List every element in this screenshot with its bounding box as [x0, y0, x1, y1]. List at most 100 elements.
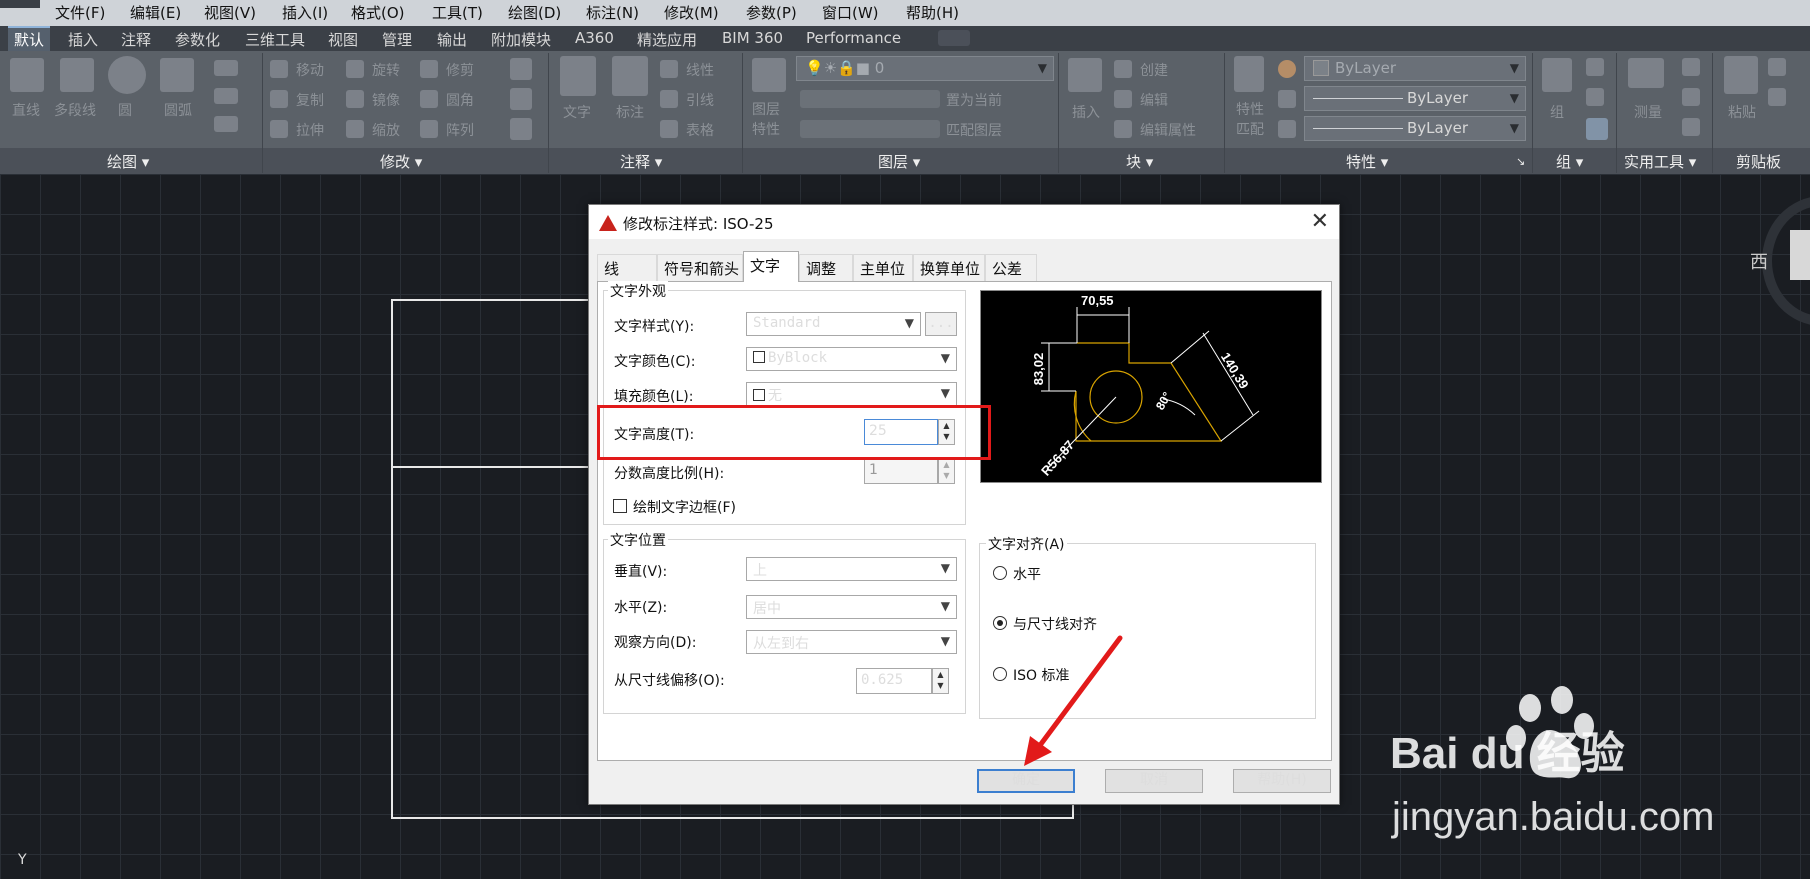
- tab-insert[interactable]: 插入: [68, 29, 98, 50]
- align-horizontal-radio[interactable]: [993, 566, 1007, 580]
- trim-label[interactable]: 修剪: [446, 60, 474, 80]
- fraction-height-spinner[interactable]: ▲ ▼: [938, 458, 955, 484]
- menu-help[interactable]: 帮助(H): [906, 2, 959, 23]
- drawn-line-right[interactable]: [1072, 804, 1074, 819]
- match-layer-label[interactable]: 匹配图层: [946, 120, 1002, 140]
- table-label[interactable]: 表格: [686, 120, 714, 140]
- erase-icon[interactable]: [510, 58, 532, 80]
- layer-properties-icon[interactable]: [752, 58, 786, 92]
- fraction-height-scale-input[interactable]: 1: [864, 458, 938, 484]
- draw-frame-checkbox[interactable]: [613, 499, 627, 513]
- match-properties-label[interactable]: 特性 匹配: [1236, 100, 1264, 140]
- linetype-dropdown[interactable]: ByLayer ▼: [1304, 86, 1526, 111]
- menu-modify[interactable]: 修改(M): [664, 2, 719, 23]
- tab-annotate[interactable]: 注释: [121, 29, 151, 50]
- text-tool-icon[interactable]: [560, 56, 596, 96]
- panel-title-utilities[interactable]: 实用工具 ▾: [1624, 151, 1696, 172]
- cut-icon[interactable]: [1768, 58, 1786, 76]
- menu-parametric[interactable]: 参数(P): [746, 2, 797, 23]
- copy-label[interactable]: 复制: [296, 90, 324, 110]
- panel-title-draw[interactable]: 绘图 ▾: [107, 151, 149, 172]
- move-label[interactable]: 移动: [296, 60, 324, 80]
- rectangle-tool-icon[interactable]: [214, 60, 238, 76]
- tab-alternate-units[interactable]: 换算单位: [913, 254, 985, 281]
- point-style-icon[interactable]: [1682, 58, 1700, 76]
- help-button[interactable]: 帮助(H): [1233, 769, 1331, 793]
- line-tool-label[interactable]: 直线: [12, 100, 40, 120]
- panel-title-block[interactable]: 块 ▾: [1126, 151, 1153, 172]
- edit-attributes-label[interactable]: 编辑属性: [1140, 120, 1196, 140]
- tab-output[interactable]: 输出: [437, 29, 467, 50]
- menu-window[interactable]: 窗口(W): [822, 2, 879, 23]
- panel-launcher-icon[interactable]: ↘: [1516, 155, 1525, 168]
- tab-fit[interactable]: 调整: [799, 254, 853, 281]
- leader-label[interactable]: 引线: [686, 90, 714, 110]
- explode-icon[interactable]: [510, 88, 532, 110]
- panel-title-properties[interactable]: 特性 ▾: [1346, 151, 1388, 172]
- stretch-label[interactable]: 拉伸: [296, 120, 324, 140]
- group-icon[interactable]: [1542, 58, 1572, 92]
- scale-label[interactable]: 缩放: [372, 120, 400, 140]
- linear-dim-label[interactable]: 线性: [686, 60, 714, 80]
- tab-manage[interactable]: 管理: [382, 29, 412, 50]
- fill-color-dropdown[interactable]: 无 ▼: [746, 382, 957, 406]
- tab-view[interactable]: 视图: [328, 29, 358, 50]
- vertical-dropdown[interactable]: 上 ▼: [746, 557, 957, 581]
- tab-a360[interactable]: A360: [575, 29, 614, 47]
- align-with-dim-line-radio[interactable]: [993, 616, 1007, 630]
- menu-edit[interactable]: 编辑(E): [130, 2, 181, 23]
- drawn-line-left[interactable]: [391, 299, 393, 819]
- view-direction-dropdown[interactable]: 从左到右 ▼: [746, 630, 957, 654]
- tab-primary-units[interactable]: 主单位: [853, 254, 913, 281]
- arc-tool-icon[interactable]: [160, 58, 194, 92]
- offset-icon[interactable]: [510, 118, 532, 140]
- tab-lines[interactable]: 线: [597, 254, 657, 281]
- measure-label[interactable]: 测量: [1634, 102, 1662, 122]
- dimension-tool-label[interactable]: 标注: [616, 102, 644, 122]
- tab-default[interactable]: 默认: [8, 26, 51, 51]
- align-horizontal-label[interactable]: 水平: [1013, 564, 1041, 584]
- color-dropdown[interactable]: ByLayer ▼: [1304, 56, 1526, 81]
- tab-text[interactable]: 文字: [743, 251, 799, 282]
- layer-tools-row-2[interactable]: [800, 120, 940, 138]
- id-point-icon[interactable]: [1682, 88, 1700, 106]
- group-label[interactable]: 组: [1550, 102, 1564, 122]
- line-tool-icon[interactable]: [10, 58, 44, 92]
- viewcube-face[interactable]: [1790, 230, 1810, 280]
- tab-3d-tools[interactable]: 三维工具: [245, 29, 305, 50]
- ungroup-icon[interactable]: [1586, 58, 1604, 76]
- dimension-tool-icon[interactable]: [612, 56, 648, 96]
- group-edit-icon[interactable]: [1586, 88, 1604, 106]
- polyline-tool-label[interactable]: 多段线: [54, 100, 96, 120]
- tab-featured-apps[interactable]: 精选应用: [637, 29, 697, 50]
- menu-format[interactable]: 格式(O): [351, 2, 405, 23]
- panel-title-modify[interactable]: 修改 ▾: [380, 151, 422, 172]
- polyline-tool-icon[interactable]: [60, 58, 94, 92]
- fillet-label[interactable]: 圆角: [446, 90, 474, 110]
- menu-dimension[interactable]: 标注(N): [586, 2, 639, 23]
- text-style-dropdown[interactable]: Standard ▼: [746, 312, 921, 336]
- measure-icon[interactable]: [1628, 58, 1664, 88]
- rotate-label[interactable]: 旋转: [372, 60, 400, 80]
- panel-title-annotation[interactable]: 注释 ▾: [620, 151, 662, 172]
- insert-block-icon[interactable]: [1068, 58, 1102, 92]
- lineweight-dropdown[interactable]: ByLayer ▼: [1304, 116, 1526, 141]
- circle-tool-icon[interactable]: [108, 56, 146, 94]
- menu-draw[interactable]: 绘图(D): [508, 2, 561, 23]
- menu-view[interactable]: 视图(V): [204, 2, 256, 23]
- tab-bim360[interactable]: BIM 360: [722, 29, 783, 47]
- region-tool-icon[interactable]: [214, 116, 238, 132]
- calculator-icon[interactable]: [1682, 118, 1700, 136]
- text-tool-label[interactable]: 文字: [563, 102, 591, 122]
- hatch-tool-icon[interactable]: [214, 88, 238, 104]
- group-select-icon[interactable]: [1586, 118, 1608, 140]
- layer-tools-row-1[interactable]: [800, 90, 940, 108]
- cancel-button[interactable]: 取消: [1105, 769, 1203, 793]
- tab-symbols-arrows[interactable]: 符号和箭头: [657, 254, 743, 281]
- layer-dropdown[interactable]: 💡☀🔒■ 0 ▼: [796, 56, 1054, 81]
- drawn-line-top[interactable]: [391, 299, 591, 301]
- drawn-line-bottom[interactable]: [391, 817, 1074, 819]
- mirror-label[interactable]: 镜像: [372, 90, 400, 110]
- horizontal-dropdown[interactable]: 居中 ▼: [746, 595, 957, 619]
- offset-spinner[interactable]: ▲ ▼: [932, 668, 949, 694]
